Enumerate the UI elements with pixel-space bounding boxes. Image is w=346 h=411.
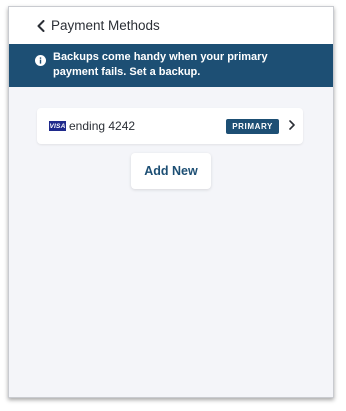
chevron-left-icon (37, 19, 45, 32)
visa-card-icon: VISA (49, 121, 66, 131)
info-icon (35, 53, 46, 66)
backup-info-banner: Backups come handy when your primary pay… (9, 44, 333, 87)
top-bar: Payment Methods (9, 7, 333, 44)
payment-method-row[interactable]: VISA ending 4242 PRIMARY (37, 108, 303, 144)
primary-badge: PRIMARY (226, 118, 279, 134)
banner-message: Backups come handy when your primary pay… (53, 51, 268, 78)
add-new-button[interactable]: Add New (131, 153, 211, 189)
app-window: Payment Methods Backups come handy when … (8, 6, 334, 398)
chevron-right-icon (289, 117, 295, 135)
card-ending-label: ending 4242 (69, 119, 136, 133)
back-button[interactable]: Payment Methods (37, 18, 160, 33)
page-title: Payment Methods (51, 18, 160, 33)
